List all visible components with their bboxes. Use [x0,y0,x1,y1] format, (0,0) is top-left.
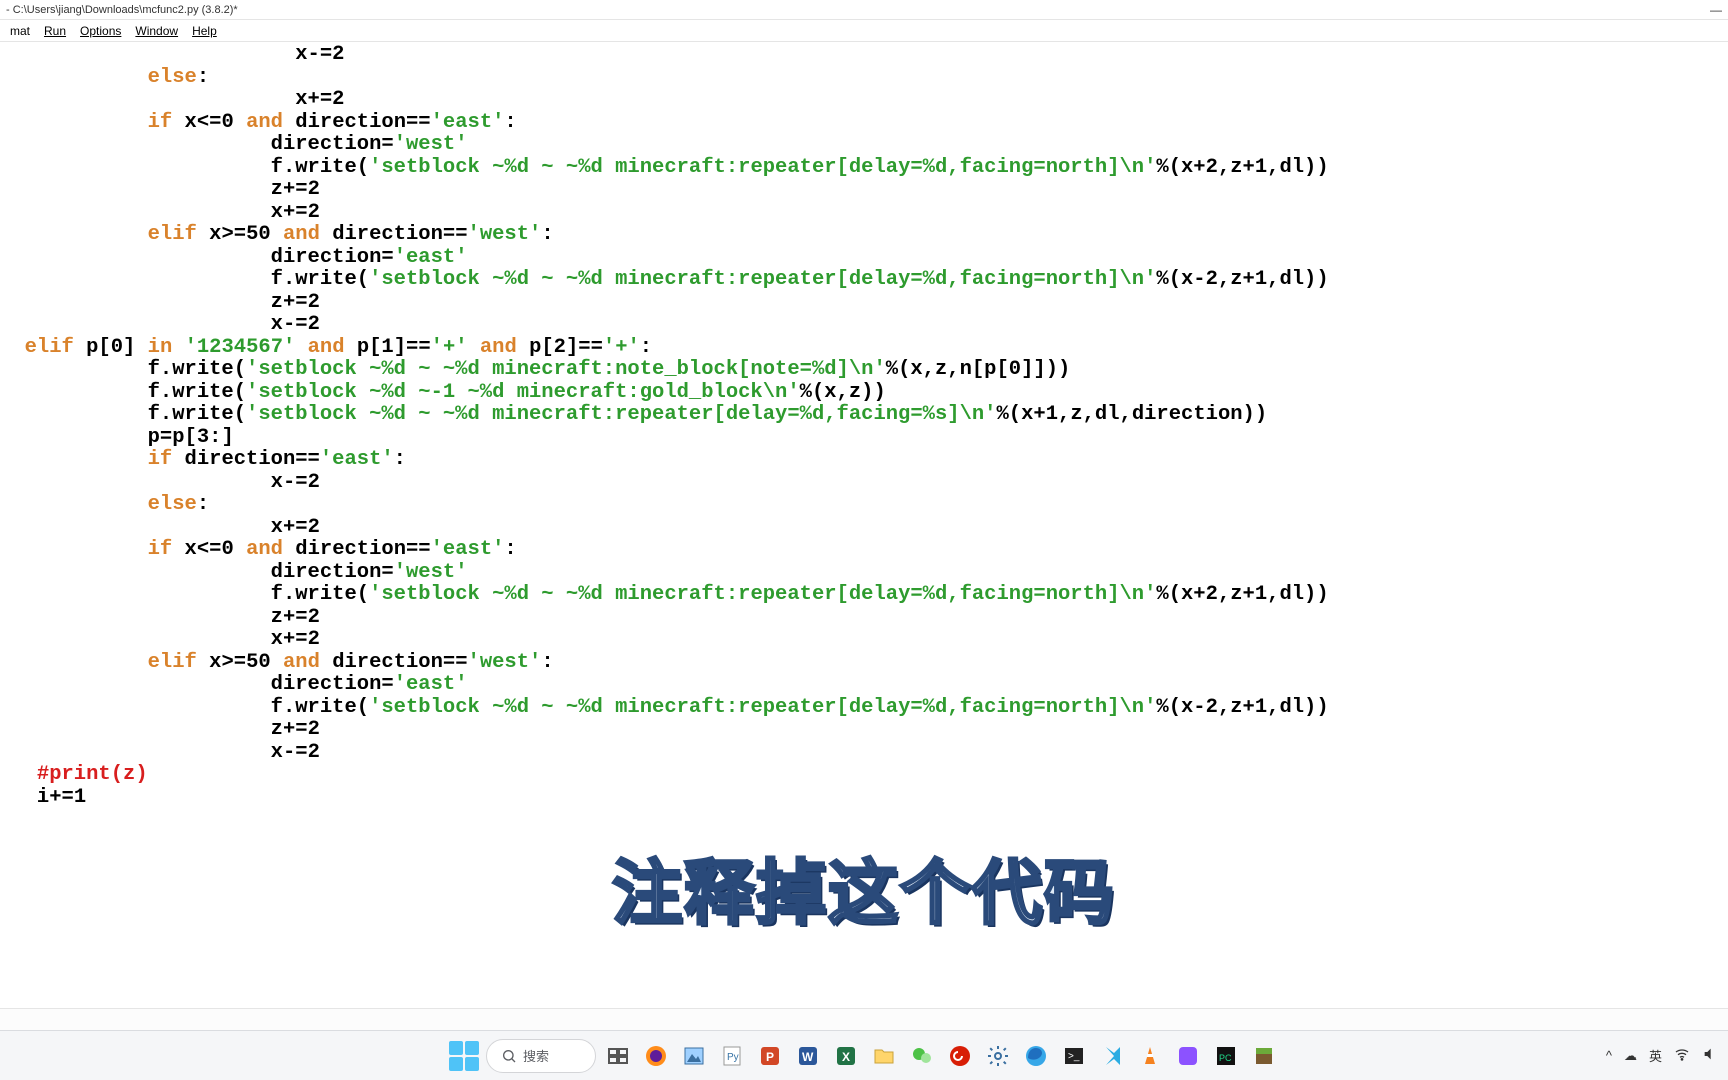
onedrive-icon[interactable]: ☁ [1624,1048,1637,1064]
wifi-icon[interactable] [1674,1046,1690,1065]
menubar: mat Run Options Window Help [0,20,1728,42]
code-editor[interactable]: x-=2 else: x+=2 if x<=0 and direction=='… [0,42,1728,1008]
word-icon[interactable]: W [792,1040,824,1072]
svg-text:Py: Py [727,1052,739,1063]
taskbar: 搜索 Py P W X >_ PC ^ ☁ 英 [0,1030,1728,1080]
taskview-icon[interactable] [602,1040,634,1072]
system-tray: ^ ☁ 英 [1606,1046,1718,1065]
search-icon [501,1048,517,1064]
svg-text:W: W [802,1050,814,1064]
minimize-button[interactable]: — [1710,3,1722,17]
svg-text:X: X [842,1050,850,1064]
menu-window[interactable]: Window [129,22,184,40]
menu-run[interactable]: Run [38,22,72,40]
video-caption-overlay: 注释掉这个代码 [612,837,1116,938]
code-content[interactable]: x-=2 else: x+=2 if x<=0 and direction=='… [0,44,1728,809]
explorer-icon[interactable] [868,1040,900,1072]
idle-icon[interactable]: Py [716,1040,748,1072]
vscode-icon[interactable] [1096,1040,1128,1072]
firefox-icon[interactable] [640,1040,672,1072]
svg-text:>_: >_ [1068,1051,1080,1062]
vlc-icon[interactable] [1134,1040,1166,1072]
start-button[interactable] [448,1040,480,1072]
image-app-icon[interactable] [678,1040,710,1072]
settings-icon[interactable] [982,1040,1014,1072]
terminal-icon[interactable]: >_ [1058,1040,1090,1072]
titlebar: - C:\Users\jiang\Downloads\mcfunc2.py (3… [0,0,1728,20]
pycharm-icon[interactable]: PC [1210,1040,1242,1072]
excel-icon[interactable]: X [830,1040,862,1072]
app-purple-icon[interactable] [1172,1040,1204,1072]
search-placeholder-text: 搜索 [523,1046,549,1065]
menu-format[interactable]: mat [4,22,36,40]
powerpoint-icon[interactable]: P [754,1040,786,1072]
window-title: - C:\Users\jiang\Downloads\mcfunc2.py (3… [6,4,238,16]
menu-options[interactable]: Options [74,22,127,40]
svg-text:P: P [766,1050,774,1064]
status-bar [0,1008,1728,1030]
wechat-icon[interactable] [906,1040,938,1072]
tray-expand-icon[interactable]: ^ [1606,1048,1612,1063]
minecraft-icon[interactable] [1248,1040,1280,1072]
netease-music-icon[interactable] [944,1040,976,1072]
edge-icon[interactable] [1020,1040,1052,1072]
ime-indicator[interactable]: 英 [1649,1046,1662,1065]
volume-icon[interactable] [1702,1046,1718,1065]
menu-help[interactable]: Help [186,22,223,40]
svg-text:PC: PC [1219,1053,1232,1063]
taskbar-search[interactable]: 搜索 [486,1039,596,1073]
